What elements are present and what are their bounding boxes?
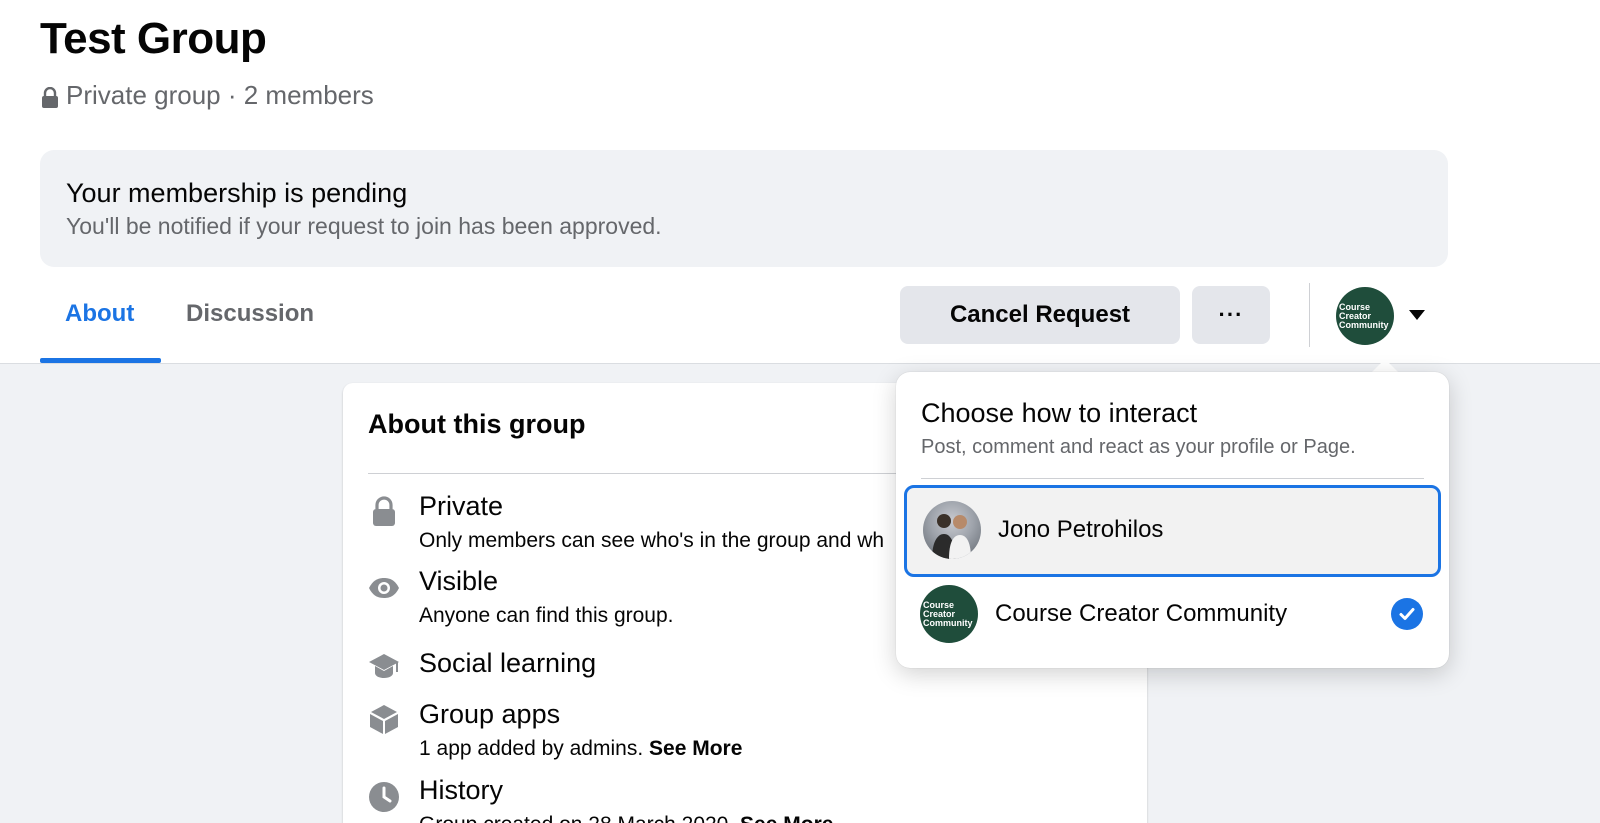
group-header: Test Group Private group · 2 members You… xyxy=(0,0,1600,364)
tab-about[interactable]: About xyxy=(65,300,134,328)
about-title: About this group xyxy=(368,409,586,439)
more-options-button[interactable]: ··· xyxy=(1192,286,1270,344)
dropdown-pointer xyxy=(1371,359,1399,373)
avatar xyxy=(923,501,981,559)
option-label: Jono Petrohilos xyxy=(998,516,1164,543)
cube-icon xyxy=(368,703,400,735)
active-tab-indicator xyxy=(40,358,161,363)
row-subtitle: 1 app added by admins. See More xyxy=(419,737,742,761)
eye-icon xyxy=(368,572,400,604)
row-title: Group apps xyxy=(419,699,561,729)
tab-discussion[interactable]: Discussion xyxy=(186,300,314,328)
row-title: Private xyxy=(419,491,504,521)
row-title: Social learning xyxy=(419,648,597,678)
avatar-text-line: Community xyxy=(923,617,973,628)
option-label: Course Creator Community xyxy=(995,600,1288,627)
group-privacy-members: Private group · 2 members xyxy=(66,80,374,110)
interact-as-avatar-button[interactable]: Course Creator Community xyxy=(1336,287,1394,345)
group-meta: Private group · 2 members xyxy=(40,80,374,111)
dropdown-subtitle: Post, comment and react as your profile … xyxy=(921,436,1356,458)
row-title: History xyxy=(419,775,504,805)
pending-subtitle: You'll be notified if your request to jo… xyxy=(66,213,662,239)
cancel-request-button[interactable]: Cancel Request xyxy=(900,286,1180,344)
row-subtitle-text: Group created on 28 March 2020. xyxy=(419,813,734,823)
dropdown-divider xyxy=(921,478,1424,479)
lock-icon xyxy=(368,495,400,527)
lock-icon xyxy=(40,85,60,108)
see-more-link[interactable]: See More xyxy=(740,813,833,823)
row-subtitle: Anyone can find this group. xyxy=(419,604,674,627)
graduation-cap-icon xyxy=(368,650,400,682)
chevron-down-icon[interactable] xyxy=(1409,310,1425,320)
interact-option-profile[interactable]: Jono Petrohilos xyxy=(904,485,1441,577)
dropdown-title: Choose how to interact xyxy=(921,398,1198,428)
row-title: Visible xyxy=(419,566,499,596)
row-subtitle: Group created on 28 March 2020. See More xyxy=(419,813,833,823)
more-icon: ··· xyxy=(1218,302,1244,327)
header-divider xyxy=(1309,283,1310,347)
pending-title: Your membership is pending xyxy=(66,178,408,208)
row-subtitle-text: 1 app added by admins. xyxy=(419,737,644,760)
see-more-link[interactable]: See More xyxy=(649,737,742,760)
avatar-text-line: Community xyxy=(1339,319,1389,330)
check-icon xyxy=(1391,598,1423,630)
clock-icon xyxy=(368,781,400,813)
interact-as-dropdown: Choose how to interact Post, comment and… xyxy=(896,372,1449,668)
interact-option-page[interactable]: Course Creator Community Course Creator … xyxy=(904,569,1441,661)
avatar: Course Creator Community xyxy=(920,585,978,643)
membership-pending-banner: Your membership is pending You'll be not… xyxy=(40,150,1448,267)
group-title: Test Group xyxy=(40,14,267,63)
row-subtitle: Only members can see who's in the group … xyxy=(419,529,885,552)
